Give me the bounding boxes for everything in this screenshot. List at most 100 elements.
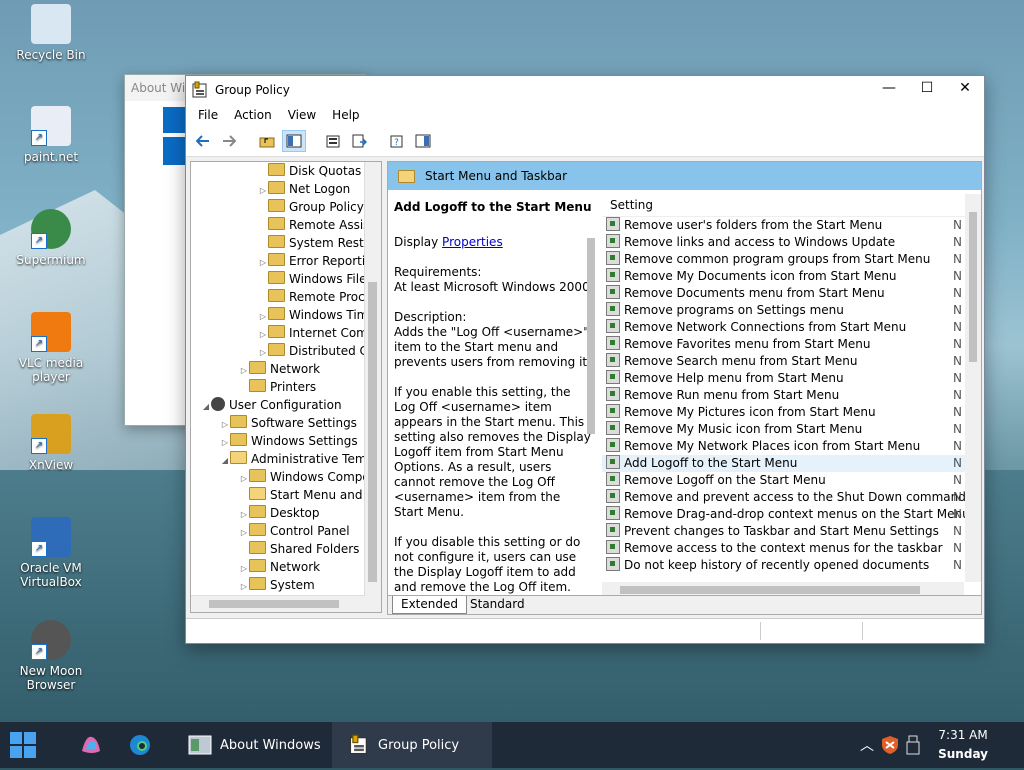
desktop-icon-xnview[interactable]: ↗ XnView — [5, 414, 97, 472]
show-hide-action-pane-button[interactable] — [412, 131, 434, 151]
show-hide-console-tree-button[interactable] — [282, 130, 306, 152]
tree-item[interactable]: Windows File Protection — [191, 270, 381, 288]
up-one-level-button[interactable] — [256, 131, 278, 151]
setting-row[interactable]: Remove My Music icon from Start Menu N — [602, 421, 980, 438]
description-scrollbar[interactable] — [584, 224, 598, 576]
edge-button[interactable] — [128, 722, 152, 768]
properties-button[interactable] — [322, 131, 344, 151]
tree-item[interactable]: ▷ Distributed COM — [191, 342, 381, 360]
tree-item[interactable]: ▷ System — [191, 576, 381, 594]
setting-row[interactable]: Remove Drag-and-drop context menus on th… — [602, 506, 980, 523]
tree-item[interactable]: System Restore — [191, 234, 381, 252]
tree-item[interactable]: Group Policy — [191, 198, 381, 216]
desktop-icon-virtualbox[interactable]: ↗ Oracle VM VirtualBox — [5, 517, 97, 589]
menu-action[interactable]: Action — [226, 108, 280, 122]
show-hidden-icons-button[interactable]: ︿ — [860, 722, 874, 768]
scrollbar-thumb[interactable] — [209, 600, 339, 608]
tab-extended[interactable]: Extended — [392, 596, 467, 614]
desktop-icon-label: Oracle VM VirtualBox — [20, 561, 82, 589]
tree-item[interactable]: ◢ User Configuration — [191, 396, 381, 414]
scrollbar-thumb[interactable] — [587, 238, 595, 434]
scrollbar-thumb[interactable] — [620, 586, 920, 594]
tree-item[interactable]: ▷ Network — [191, 360, 381, 378]
taskbar-item-about-windows[interactable]: About Windows — [180, 722, 326, 768]
taskbar-clock[interactable]: 7:31 AM Sunday — [938, 726, 988, 764]
setting-row[interactable]: Remove Search menu from Start Menu N — [602, 353, 980, 370]
back-button[interactable] — [192, 131, 214, 151]
expand-arrow-icon[interactable]: ▷ — [239, 578, 249, 596]
export-list-button[interactable] — [348, 131, 370, 151]
minimize-button[interactable]: — — [870, 76, 908, 100]
tree-item[interactable]: ▷ Software Settings — [191, 414, 381, 432]
tree-item[interactable]: ▷Internet Communication — [191, 324, 381, 342]
tree-item-label: Desktop — [270, 506, 320, 520]
tab-standard[interactable]: Standard — [462, 596, 533, 613]
tree-item[interactable]: ▷ Desktop — [191, 504, 381, 522]
tray-shield-button[interactable] — [880, 722, 900, 768]
tree-vertical-scrollbar[interactable] — [364, 162, 381, 612]
setting-row[interactable]: Do not keep history of recently opened d… — [602, 557, 980, 574]
help-button[interactable]: ? — [386, 131, 408, 151]
start-button[interactable] — [10, 722, 36, 768]
tree-item[interactable]: Disk Quotas — [191, 162, 381, 180]
desktop-icon-new-moon[interactable]: ↗ New Moon Browser — [5, 620, 97, 692]
user-configuration-icon — [211, 397, 225, 411]
setting-row[interactable]: Remove Network Connections from Start Me… — [602, 319, 980, 336]
desktop-icon-supermium[interactable]: ↗ Supermium — [5, 209, 97, 267]
desktop-icon-paint-net[interactable]: ↗ paint.net — [5, 106, 97, 164]
setting-row[interactable]: Remove Run menu from Start Menu N — [602, 387, 980, 404]
tree-item[interactable]: ▷ Control Panel — [191, 522, 381, 540]
menu-view[interactable]: View — [280, 108, 324, 122]
setting-row[interactable]: Remove access to the context menus for t… — [602, 540, 980, 557]
setting-row[interactable]: Remove Help menu from Start Menu N — [602, 370, 980, 387]
menu-file[interactable]: File — [190, 108, 226, 122]
tree-horizontal-scrollbar[interactable] — [191, 595, 365, 612]
scrollbar-thumb[interactable] — [368, 282, 377, 582]
console-tree[interactable]: Disk Quotas ▷ Net Logon Group Policy Remote … — [190, 161, 382, 613]
taskbar-item-group-policy[interactable]: Group Policy — [332, 722, 492, 768]
setting-row[interactable]: Remove and prevent access to the Shut Do… — [602, 489, 980, 506]
group-policy-window[interactable]: Group Policy — ☐ ✕ FileActionViewHelp — [185, 75, 985, 644]
tree-item[interactable]: Remote Procedure Call — [191, 288, 381, 306]
title-bar[interactable]: Group Policy — ☐ ✕ — [186, 76, 984, 104]
desktop-icon-vlc[interactable]: ↗ VLC media player — [5, 312, 97, 384]
menu-help[interactable]: Help — [324, 108, 367, 122]
tree-item[interactable]: Remote Assistance — [191, 216, 381, 234]
setting-row[interactable]: Remove links and access to Windows Updat… — [602, 234, 980, 251]
setting-row[interactable]: Add Logoff to the Start Menu N — [602, 455, 980, 472]
setting-row[interactable]: Prevent changes to Taskbar and Start Men… — [602, 523, 980, 540]
tree-item[interactable]: ▷Windows Time Service — [191, 306, 381, 324]
setting-row[interactable]: Remove My Pictures icon from Start Menu N — [602, 404, 980, 421]
setting-row[interactable]: Remove Logoff on the Start Menu N — [602, 472, 980, 489]
setting-row[interactable]: Remove Favorites menu from Start Menu N — [602, 336, 980, 353]
setting-row[interactable]: Remove Documents menu from Start Menu N — [602, 285, 980, 302]
close-button[interactable]: ✕ — [946, 76, 984, 100]
tree-item[interactable]: Shared Folders — [191, 540, 381, 558]
requirements-value: At least Microsoft Windows 2000 — [394, 280, 590, 294]
setting-row[interactable]: Remove user's folders from the Start Men… — [602, 217, 980, 234]
tree-item[interactable]: ▷ Net Logon — [191, 180, 381, 198]
settings-vertical-scrollbar[interactable] — [965, 194, 981, 582]
setting-row[interactable]: Remove programs on Settings menu N — [602, 302, 980, 319]
maximize-button[interactable]: ☐ — [908, 76, 946, 100]
copilot-button[interactable] — [78, 722, 104, 768]
tree-item[interactable]: ▷ Network — [191, 558, 381, 576]
back-arrow-icon — [196, 135, 209, 147]
tree-item[interactable]: ◢Administrative Templates — [191, 450, 381, 468]
tree-item[interactable]: ▷ Windows Settings — [191, 432, 381, 450]
setting-column-header[interactable]: Setting — [602, 194, 980, 217]
setting-row[interactable]: Remove common program groups from Start … — [602, 251, 980, 268]
desktop-icon-recycle-bin[interactable]: Recycle Bin — [5, 4, 97, 62]
tree-item[interactable]: Start Menu and Taskbar — [191, 486, 381, 504]
tree-item[interactable]: Printers — [191, 378, 381, 396]
tree-item[interactable]: ▷ Error Reporting — [191, 252, 381, 270]
tray-usb-button[interactable] — [906, 722, 920, 768]
setting-state-truncated: N — [953, 218, 962, 232]
properties-link[interactable]: Properties — [442, 235, 503, 249]
setting-row[interactable]: Remove My Network Places icon from Start… — [602, 438, 980, 455]
setting-row[interactable]: Remove My Documents icon from Start Menu… — [602, 268, 980, 285]
forward-button[interactable] — [218, 131, 240, 151]
policy-setting-icon — [606, 353, 620, 367]
tree-item[interactable]: ▷Windows Components — [191, 468, 381, 486]
scrollbar-thumb[interactable] — [969, 212, 977, 362]
